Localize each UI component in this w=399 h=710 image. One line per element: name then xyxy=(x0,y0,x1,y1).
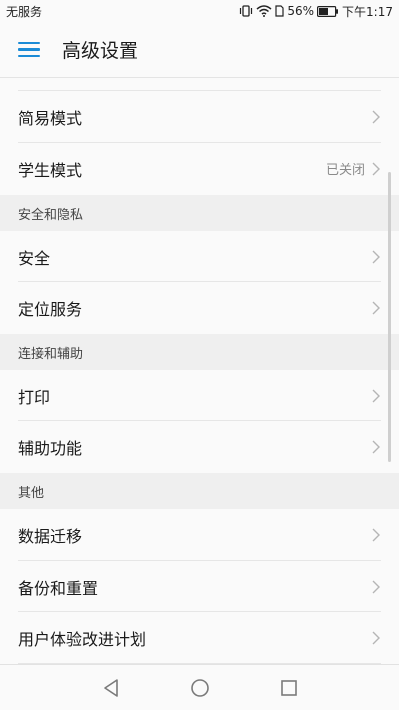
setting-label: 用户体验改进计划 xyxy=(18,629,147,649)
recent-square-icon[interactable] xyxy=(278,677,300,699)
setting-item-accessibility[interactable]: 辅助功能 xyxy=(0,421,399,472)
section-header-connection-assist: 连接和辅助 xyxy=(0,334,399,370)
home-circle-icon[interactable] xyxy=(189,677,211,699)
chevron-right-icon xyxy=(371,630,381,646)
setting-label: 定位服务 xyxy=(18,299,83,319)
navigation-bar xyxy=(0,664,399,710)
app-bar: 高级设置 xyxy=(0,22,399,78)
setting-label: 数据迁移 xyxy=(18,526,83,546)
vibrate-icon xyxy=(239,5,253,17)
battery-percent: 56% xyxy=(287,4,315,18)
setting-item-location[interactable]: 定位服务 xyxy=(0,282,399,333)
section-header-security-privacy: 安全和隐私 xyxy=(0,195,399,231)
battery-icon xyxy=(317,5,339,17)
chevron-right-icon xyxy=(371,388,381,404)
setting-item-security[interactable]: 安全 xyxy=(0,231,399,282)
setting-item-student-mode[interactable]: 学生模式 已关闭 xyxy=(0,143,399,194)
scrollbar[interactable] xyxy=(388,172,391,462)
chevron-right-icon xyxy=(371,109,381,125)
status-bar: 无服务 56% 下午1:17 xyxy=(0,0,399,22)
chevron-right-icon xyxy=(371,579,381,595)
chevron-right-icon xyxy=(371,439,381,455)
wifi-icon xyxy=(256,5,272,17)
sim-icon xyxy=(275,5,284,17)
setting-label: 简易模式 xyxy=(18,108,83,128)
carrier-text: 无服务 xyxy=(6,4,43,19)
setting-item-print[interactable]: 打印 xyxy=(0,370,399,421)
setting-item-backup-reset[interactable]: 备份和重置 xyxy=(0,561,399,612)
setting-label: 安全 xyxy=(18,248,51,268)
status-left: 无服务 xyxy=(6,3,42,20)
page-title: 高级设置 xyxy=(62,40,139,62)
setting-item-data-migration[interactable]: 数据迁移 xyxy=(0,509,399,560)
setting-label: 打印 xyxy=(18,387,51,407)
chevron-right-icon xyxy=(371,527,381,543)
section-header-other: 其他 xyxy=(0,473,399,509)
menu-icon[interactable] xyxy=(18,36,46,64)
setting-label: 学生模式 xyxy=(18,160,83,180)
settings-list: 简易模式 学生模式 已关闭 安全和隐私 安全 定位服务 连接和辅助 打印 辅助功… xyxy=(0,78,399,664)
setting-item-simple-mode[interactable]: 简易模式 xyxy=(0,91,399,142)
setting-item-ux-program[interactable]: 用户体验改进计划 xyxy=(0,612,399,663)
status-right: 56% 下午1:17 xyxy=(239,3,393,20)
clock: 下午1:17 xyxy=(342,4,393,19)
chevron-right-icon xyxy=(371,300,381,316)
setting-value: 已关闭 xyxy=(325,163,365,178)
screen: 无服务 56% 下午1:17 高级设置 简易模式 学生模式 已关闭 安全和隐私 … xyxy=(0,0,399,710)
chevron-right-icon xyxy=(371,249,381,265)
setting-label: 辅助功能 xyxy=(18,438,83,458)
setting-label: 备份和重置 xyxy=(18,578,99,598)
back-triangle-icon[interactable] xyxy=(100,677,122,699)
chevron-right-icon xyxy=(371,161,381,177)
